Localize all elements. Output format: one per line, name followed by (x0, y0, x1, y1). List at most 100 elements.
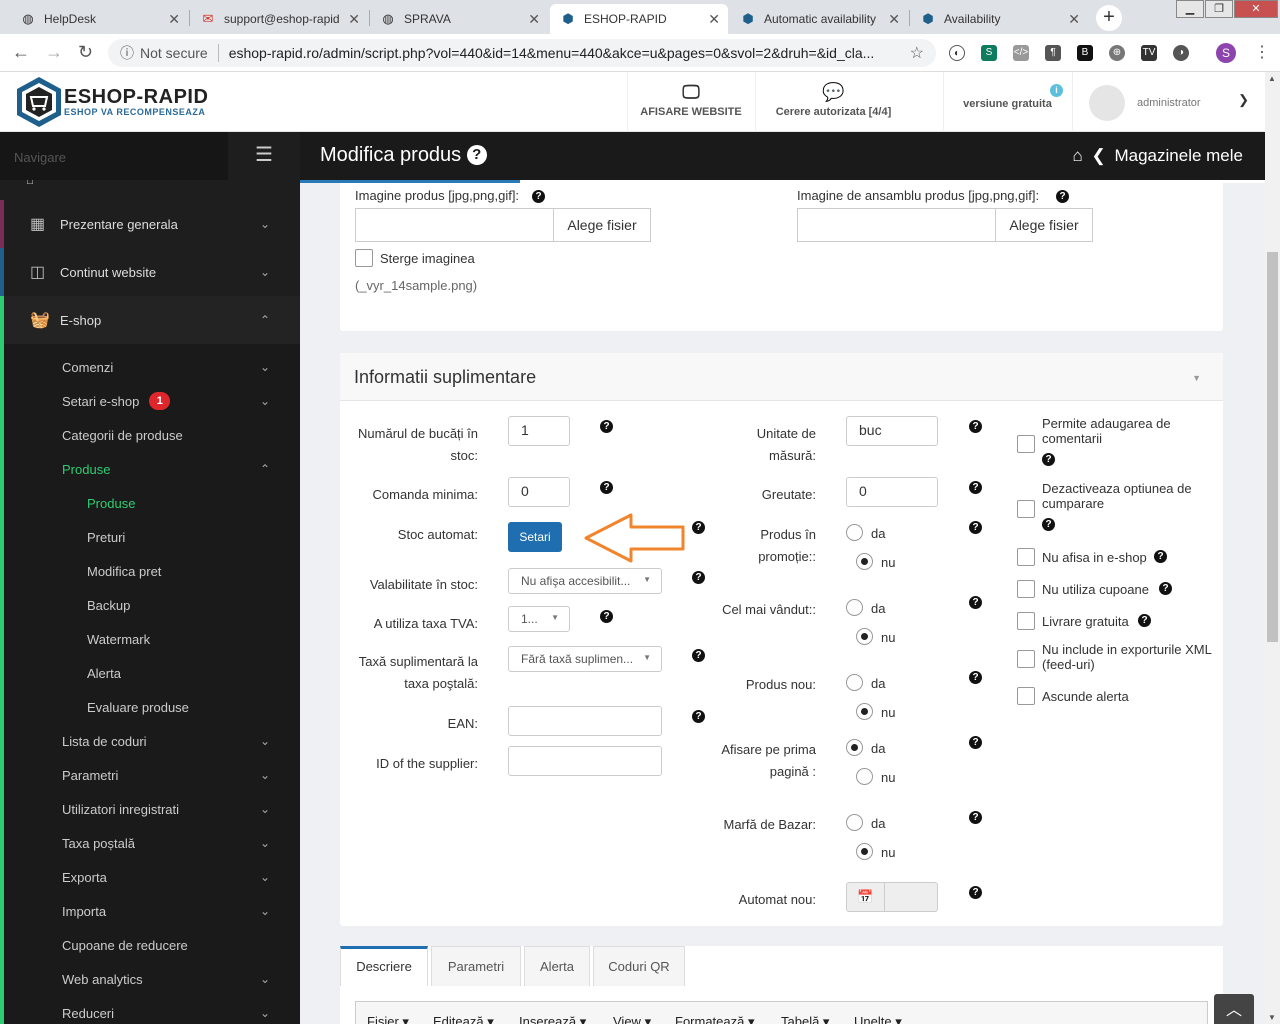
extension-icon[interactable]: ¶ (1045, 45, 1061, 61)
editor-menu-fisier[interactable]: Fisier ▾ (367, 1014, 409, 1024)
help-icon[interactable]: ? (600, 420, 613, 433)
browser-tab-support[interactable]: ✉ support@eshop-rapid ✕ (190, 4, 368, 34)
sidebar-item-taxa-postala[interactable]: Taxa poștală ⌄ (4, 826, 300, 860)
validity-select[interactable]: Nu afişa accesibilit... ▼ (508, 568, 662, 594)
help-icon[interactable]: ? (1042, 453, 1055, 466)
menu-icon[interactable]: ⋮ (1254, 42, 1270, 62)
calendar-icon[interactable]: 📅 (847, 883, 885, 911)
min-order-input[interactable]: 0 (508, 477, 570, 507)
cerere-autorizata-button[interactable]: 💬 Cerere autorizata [4/4] (755, 72, 911, 132)
user-menu[interactable]: administrator ❯ (1072, 72, 1265, 132)
bazaar-yes-radio[interactable] (846, 814, 863, 831)
settings-button[interactable]: Setari (508, 522, 562, 552)
sidebar-item-prezentare[interactable]: ▦ Prezentare generala ⌄ (0, 200, 300, 248)
choose-file-button[interactable]: Alege fisier (553, 208, 651, 242)
tab-coduri-qr[interactable]: Coduri QR (593, 946, 685, 986)
help-icon[interactable]: ? (692, 571, 705, 584)
extension-icon[interactable]: B (1077, 45, 1093, 61)
help-icon[interactable]: ? (969, 481, 982, 494)
sidebar-item-produse[interactable]: Produse ⌃ (4, 452, 300, 486)
extension-icon[interactable]: S (981, 45, 997, 61)
page-scrollbar[interactable]: ▲ ▼ (1265, 72, 1280, 1024)
help-icon[interactable]: ? (969, 596, 982, 609)
star-icon[interactable]: ☆ (910, 43, 924, 63)
allow-comments-checkbox[interactable] (1017, 435, 1035, 453)
close-icon[interactable]: ✕ (708, 11, 720, 28)
help-icon[interactable]: ? (600, 481, 613, 494)
help-icon[interactable]: ? (1138, 614, 1151, 627)
close-icon[interactable]: ✕ (528, 11, 540, 28)
vat-select[interactable]: 1... ▼ (508, 606, 570, 632)
help-icon[interactable]: ? (969, 671, 982, 684)
extension-icon[interactable]: ◐ (949, 45, 965, 61)
disable-purchase-checkbox[interactable] (1017, 500, 1035, 518)
close-icon[interactable]: ✕ (1068, 11, 1080, 28)
help-icon[interactable]: ? (969, 886, 982, 899)
promo-yes-radio[interactable] (846, 524, 863, 541)
maximize-button[interactable]: ❐ (1205, 0, 1233, 18)
tab-alerta[interactable]: Alerta (524, 946, 590, 986)
sidebar-item-reduceri[interactable]: Reduceri ⌄ (4, 996, 300, 1024)
tab-parametri[interactable]: Parametri (431, 946, 521, 986)
sidebar-item-partial[interactable]: ⌂ (0, 180, 300, 198)
bestseller-no-radio[interactable] (856, 628, 873, 645)
help-icon[interactable]: ? (1042, 518, 1055, 531)
sidebar-item-exporta[interactable]: Exporta ⌄ (4, 860, 300, 894)
scroll-up-icon[interactable]: ▲ (1268, 74, 1276, 83)
info-icon[interactable]: ⓘ (120, 43, 134, 63)
browser-tab-helpdesk[interactable]: ◍ HelpDesk ✕ (10, 4, 188, 34)
new-yes-radio[interactable] (846, 674, 863, 691)
exclude-xml-checkbox[interactable] (1017, 650, 1035, 668)
sidebar-subitem-backup[interactable]: Backup (4, 588, 300, 622)
back-icon[interactable]: ← (12, 42, 30, 63)
new-tab-button[interactable]: + (1096, 5, 1122, 31)
help-icon[interactable]: ? (1154, 550, 1167, 563)
bazaar-no-radio[interactable] (856, 843, 873, 860)
stock-qty-input[interactable]: 1 (508, 416, 570, 446)
editor-menu-formateaza[interactable]: Formatează ▾ (675, 1014, 755, 1024)
sidebar-item-lista-coduri[interactable]: Lista de coduri ⌄ (4, 724, 300, 758)
sidebar-subitem-preturi[interactable]: Preturi (4, 520, 300, 554)
supplier-input[interactable] (508, 746, 662, 776)
extra-info-header[interactable]: Informatii suplimentare ▼ (340, 353, 1223, 401)
sidebar-subitem-produse[interactable]: Produse (4, 486, 300, 520)
help-icon[interactable]: ? (532, 190, 545, 203)
editor-menu-unelte[interactable]: Unelte ▾ (854, 1014, 902, 1024)
reload-icon[interactable]: ↻ (78, 42, 93, 63)
choose-file-button[interactable]: Alege fisier (995, 208, 1093, 242)
logo[interactable]: ESHOP-RAPID ESHOP VA RECOMPENSEAZA (14, 72, 208, 132)
help-icon[interactable]: ? (969, 811, 982, 824)
close-window-button[interactable]: ✕ (1234, 0, 1278, 18)
afisare-website-button[interactable]: 🖵 AFISARE WEBSITE (627, 72, 754, 132)
scroll-to-top-button[interactable]: ︿ (1214, 994, 1254, 1024)
browser-tab-sprava[interactable]: ◍ SPRAVA ✕ (370, 4, 548, 34)
product-image-path[interactable] (355, 208, 555, 242)
extension-icon[interactable]: </> (1013, 45, 1029, 61)
scroll-down-icon[interactable]: ▼ (1268, 1013, 1276, 1022)
help-icon[interactable]: ? (1159, 582, 1172, 595)
sidebar-item-utilizatori[interactable]: Utilizatori inregistrati ⌄ (4, 792, 300, 826)
browser-tab-availability[interactable]: ⬢ Availability ✕ (910, 4, 1088, 34)
browser-tab-automatic-availability[interactable]: ⬢ Automatic availability ✕ (730, 4, 908, 34)
bestseller-yes-radio[interactable] (846, 599, 863, 616)
auto-new-date-input[interactable]: 📅 (846, 882, 938, 912)
help-icon[interactable]: ? (466, 145, 487, 165)
sidebar-item-parametri[interactable]: Parametri ⌄ (4, 758, 300, 792)
help-icon[interactable]: ? (969, 420, 982, 433)
tab-descriere[interactable]: Descriere (340, 946, 428, 986)
browser-tab-eshop-rapid[interactable]: ⬢ ESHOP-RAPID ✕ (550, 4, 728, 34)
overview-image-path[interactable] (797, 208, 997, 242)
sidebar-subitem-modifica-pret[interactable]: Modifica pret (4, 554, 300, 588)
caret-down-icon[interactable]: ▼ (1192, 373, 1201, 383)
weight-input[interactable]: 0 (846, 477, 938, 507)
sidebar-item-importa[interactable]: Importa ⌄ (4, 894, 300, 928)
help-icon[interactable]: ? (1056, 190, 1069, 203)
help-icon[interactable]: ? (692, 710, 705, 723)
extension-icon[interactable]: TV (1141, 45, 1157, 61)
no-coupons-checkbox[interactable] (1017, 580, 1035, 598)
help-icon[interactable]: ? (969, 521, 982, 534)
editor-menu-editeaza[interactable]: Editează ▾ (433, 1014, 494, 1024)
sidebar-subitem-alerta[interactable]: Alerta (4, 656, 300, 690)
sidebar-subitem-evaluare[interactable]: Evaluare produse (4, 690, 300, 724)
ean-input[interactable] (508, 706, 662, 736)
